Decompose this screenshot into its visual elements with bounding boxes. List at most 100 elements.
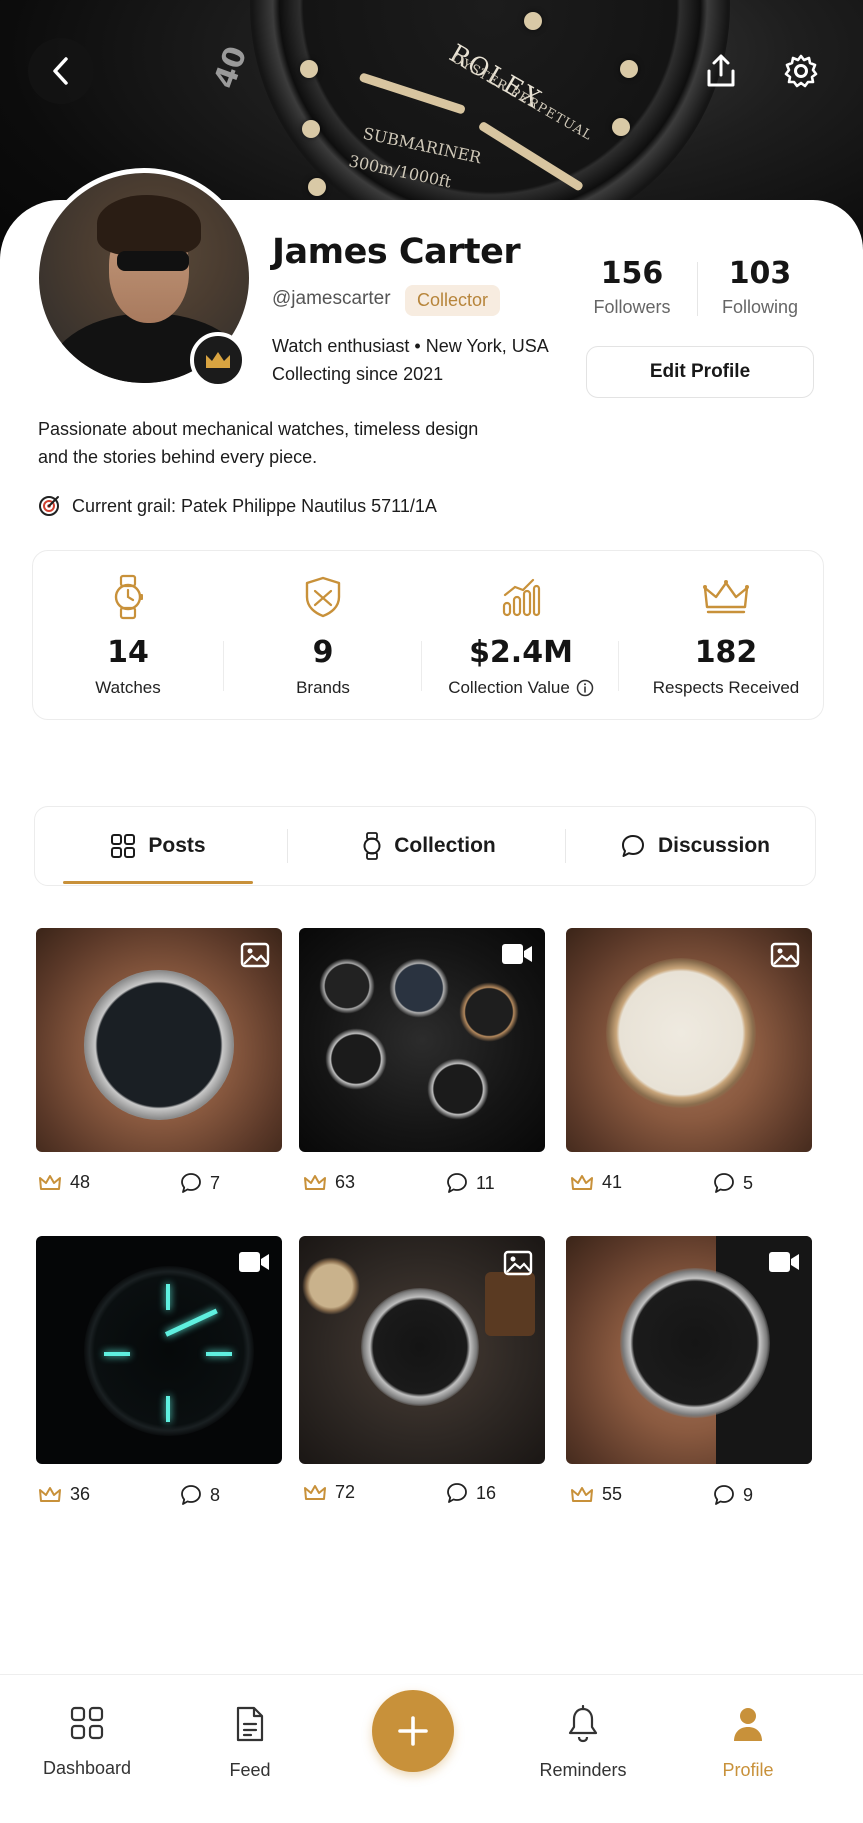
bell-icon bbox=[568, 1704, 598, 1743]
hour-marker bbox=[620, 60, 638, 78]
back-button[interactable] bbox=[28, 38, 94, 104]
post-thumbnail[interactable] bbox=[299, 928, 545, 1152]
post-respects[interactable]: 72 bbox=[303, 1482, 355, 1503]
nav-reminders[interactable]: Reminders bbox=[508, 1704, 658, 1781]
image-icon bbox=[240, 942, 270, 973]
tab-label: Collection bbox=[394, 834, 496, 857]
post-comments[interactable]: 11 bbox=[446, 1172, 495, 1194]
tab-posts[interactable]: Posts bbox=[63, 807, 253, 885]
bezel-number: 40 bbox=[207, 41, 255, 94]
following-stat[interactable]: 103 Following bbox=[700, 256, 820, 318]
tab-label: Discussion bbox=[657, 834, 771, 857]
share-icon bbox=[707, 54, 735, 87]
watch-icon bbox=[114, 574, 143, 620]
edit-profile-button[interactable]: Edit Profile bbox=[586, 346, 814, 398]
speech-bubble-icon bbox=[181, 1485, 201, 1505]
speech-bubble-icon bbox=[714, 1485, 734, 1505]
user-icon bbox=[734, 1708, 762, 1741]
respects-count: 41 bbox=[602, 1172, 623, 1192]
following-label: Following bbox=[721, 297, 799, 317]
respects-count: 36 bbox=[70, 1484, 91, 1504]
chevron-left-icon bbox=[53, 57, 68, 85]
post-thumbnail[interactable] bbox=[566, 1236, 812, 1464]
speech-bubble-icon bbox=[181, 1173, 201, 1193]
nav-feed[interactable]: Feed bbox=[175, 1705, 325, 1781]
crown-icon bbox=[206, 352, 230, 368]
image-icon bbox=[770, 942, 800, 973]
respects-count: 48 bbox=[70, 1172, 91, 1192]
speech-bubble-icon bbox=[447, 1173, 467, 1193]
post-thumbnail[interactable] bbox=[299, 1236, 545, 1464]
post-comments[interactable]: 9 bbox=[713, 1484, 753, 1506]
hour-marker bbox=[302, 120, 320, 138]
tab-discussion[interactable]: Discussion bbox=[575, 807, 815, 885]
post-respects[interactable]: 41 bbox=[570, 1172, 622, 1193]
hour-marker bbox=[308, 178, 326, 196]
post-thumbnail[interactable] bbox=[566, 928, 812, 1152]
nav-dashboard[interactable]: Dashboard bbox=[12, 1705, 162, 1779]
tab-label: Posts bbox=[148, 834, 206, 857]
post-comments[interactable]: 16 bbox=[446, 1482, 496, 1504]
info-icon[interactable] bbox=[576, 679, 594, 697]
collection-stats-card: 14 Watches 9 Brands $2.4M Collection Val… bbox=[32, 550, 824, 720]
divider bbox=[697, 262, 698, 316]
grail-text: Current grail: Patek Philippe Nautilus 5… bbox=[72, 495, 437, 516]
comments-count: 9 bbox=[743, 1484, 754, 1505]
profile-tabs: Posts Collection Discussion bbox=[34, 806, 816, 886]
post-comments[interactable]: 5 bbox=[713, 1172, 753, 1194]
active-tab-indicator bbox=[63, 881, 253, 884]
comments-count: 8 bbox=[210, 1484, 221, 1505]
role-badge: Collector bbox=[405, 285, 501, 316]
post-respects[interactable]: 36 bbox=[38, 1484, 90, 1505]
create-post-button[interactable] bbox=[372, 1690, 454, 1772]
stat-value: 14 bbox=[107, 635, 149, 670]
post-respects[interactable]: 48 bbox=[38, 1172, 90, 1193]
nav-label: Feed bbox=[229, 1760, 271, 1780]
post-comments[interactable]: 8 bbox=[180, 1484, 220, 1506]
profile-about: Passionate about mechanical watches, tim… bbox=[38, 419, 479, 467]
watch-icon bbox=[363, 832, 381, 860]
post-respects[interactable]: 63 bbox=[303, 1172, 355, 1193]
profile-handle: @jamescarter bbox=[272, 288, 391, 309]
shield-icon bbox=[305, 576, 341, 618]
video-icon bbox=[238, 1250, 270, 1279]
nav-profile[interactable]: Profile bbox=[673, 1705, 823, 1781]
crown-icon bbox=[703, 580, 749, 614]
share-button[interactable] bbox=[696, 46, 746, 96]
comments-count: 16 bbox=[476, 1482, 497, 1503]
respects-count: 55 bbox=[602, 1484, 623, 1504]
followers-stat[interactable]: 156 Followers bbox=[572, 256, 692, 318]
post-respects[interactable]: 55 bbox=[570, 1484, 622, 1505]
video-icon bbox=[768, 1250, 800, 1279]
comments-count: 5 bbox=[743, 1172, 754, 1193]
stat-label: Brands bbox=[296, 678, 350, 697]
stat-brands: 9 Brands bbox=[228, 573, 418, 698]
image-icon bbox=[503, 1250, 533, 1281]
speech-bubble-icon bbox=[714, 1173, 734, 1193]
tab-collection[interactable]: Collection bbox=[301, 807, 557, 885]
target-icon bbox=[39, 496, 59, 516]
post-comments[interactable]: 7 bbox=[180, 1172, 220, 1194]
crown-icon bbox=[304, 1174, 326, 1190]
gear-icon bbox=[784, 54, 818, 88]
profile-name: James Carter bbox=[272, 232, 521, 272]
stat-label: Watches bbox=[95, 678, 161, 697]
comments-count: 11 bbox=[476, 1172, 495, 1193]
following-count: 103 bbox=[728, 256, 792, 291]
grid-icon bbox=[111, 834, 136, 858]
crown-icon bbox=[39, 1486, 61, 1502]
settings-button[interactable] bbox=[776, 46, 826, 96]
bio-line: Watch enthusiast • New York, USA bbox=[272, 336, 549, 356]
hour-marker bbox=[612, 118, 630, 136]
nav-label: Reminders bbox=[539, 1760, 627, 1780]
stat-collection-value: $2.4M Collection Value bbox=[426, 573, 616, 698]
followers-label: Followers bbox=[593, 297, 671, 317]
hour-marker bbox=[300, 60, 318, 78]
post-thumbnail[interactable] bbox=[36, 928, 282, 1152]
document-icon bbox=[236, 1706, 264, 1742]
stat-label: Collection Value bbox=[448, 678, 570, 697]
nav-label: Dashboard bbox=[42, 1758, 132, 1778]
stat-label: Respects Received bbox=[652, 678, 800, 697]
post-thumbnail[interactable] bbox=[36, 1236, 282, 1464]
speech-bubble-icon bbox=[447, 1483, 467, 1503]
